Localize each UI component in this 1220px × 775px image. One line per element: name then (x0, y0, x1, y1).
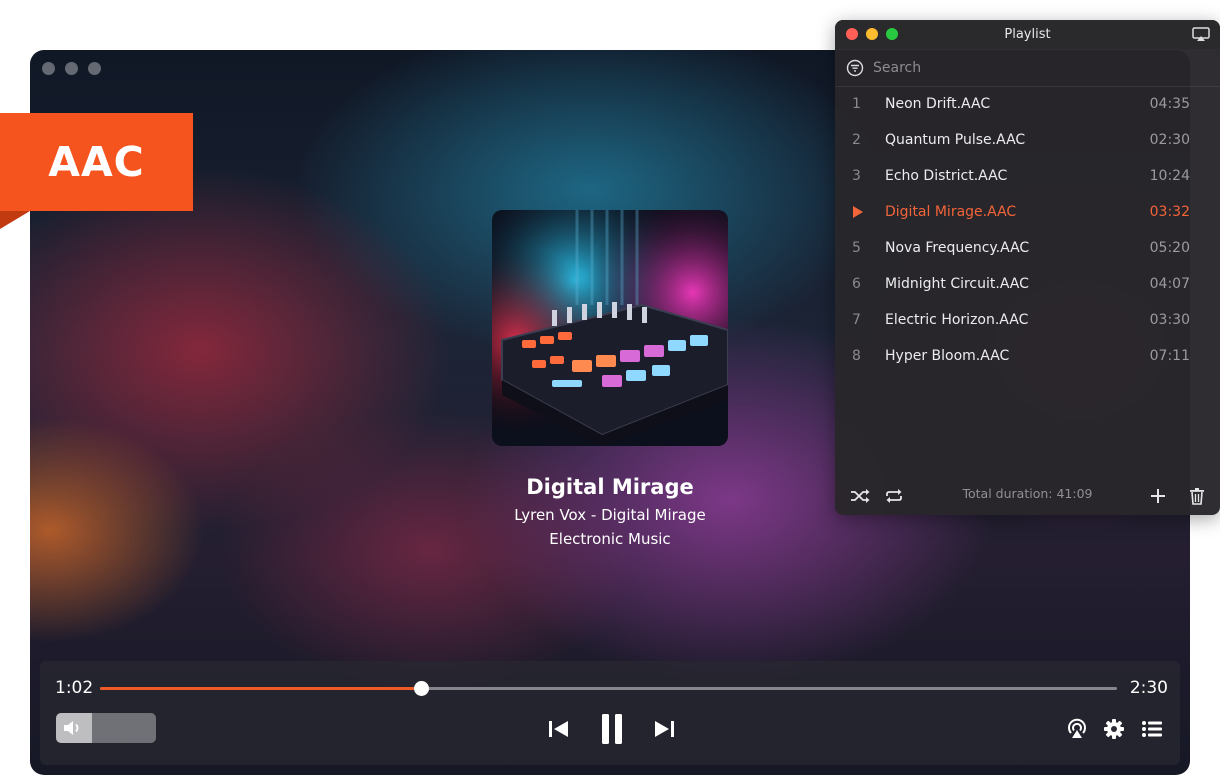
minimize-dot[interactable] (65, 62, 78, 75)
playlist-list: 1 Neon Drift.AAC 04:35 2 Quantum Pulse.A… (835, 86, 1220, 374)
elapsed-time: 1:02 (55, 678, 94, 698)
badge-fold (0, 211, 30, 229)
seek-progress (100, 687, 421, 690)
playlist-item-number: 6 (852, 276, 861, 292)
window-controls (42, 62, 101, 75)
close-dot[interactable] (42, 62, 55, 75)
playlist-item[interactable]: 7 Electric Horizon.AAC 03:30 (835, 302, 1220, 338)
skip-forward-icon[interactable] (650, 717, 678, 741)
playlist-item[interactable]: 3 Echo District.AAC 10:24 (835, 158, 1220, 194)
playlist-item-name: Echo District.AAC (885, 168, 1008, 184)
playlist-item-number: 8 (852, 348, 861, 364)
gear-icon[interactable] (1102, 717, 1126, 741)
format-badge: AAC (0, 113, 193, 211)
playlist-search (835, 50, 1220, 87)
playlist-item-number: 1 (852, 96, 861, 112)
playlist-item[interactable]: 6 Midnight Circuit.AAC 04:07 (835, 266, 1220, 302)
list-icon[interactable] (1140, 717, 1164, 741)
plus-icon[interactable] (1147, 485, 1169, 507)
playlist-item-duration: 10:24 (1149, 168, 1190, 184)
album-art (492, 210, 728, 446)
playlist-item[interactable]: 2 Quantum Pulse.AAC 02:30 (835, 122, 1220, 158)
playlist-item-duration: 02:30 (1149, 132, 1190, 148)
playlist-item-duration: 04:07 (1149, 276, 1190, 292)
playlist-titlebar: Playlist (835, 20, 1220, 49)
playlist-item-duration: 03:30 (1149, 312, 1190, 328)
album-art-image (492, 210, 728, 446)
playlist-item-duration: 04:35 (1149, 96, 1190, 112)
trash-icon[interactable] (1186, 485, 1208, 507)
playlist-item-name: Digital Mirage.AAC (885, 204, 1017, 220)
playlist-item-duration: 05:20 (1149, 240, 1190, 256)
playlist-item-now-playing[interactable]: Digital Mirage.AAC 03:32 (835, 194, 1220, 230)
playlist-item[interactable]: 5 Nova Frequency.AAC 05:20 (835, 230, 1220, 266)
playlist-item-name: Nova Frequency.AAC (885, 240, 1030, 256)
volume-slider[interactable] (56, 713, 156, 743)
playlist-title: Playlist (1004, 27, 1051, 42)
skip-back-icon[interactable] (545, 717, 573, 741)
playlist-item[interactable]: 1 Neon Drift.AAC 04:35 (835, 86, 1220, 122)
playlist-item-name: Quantum Pulse.AAC (885, 132, 1026, 148)
playlist-item-name: Midnight Circuit.AAC (885, 276, 1029, 292)
track-genre: Electronic Music (549, 530, 671, 548)
zoom-dot[interactable] (88, 62, 101, 75)
search-input[interactable] (873, 57, 1193, 79)
total-time: 2:30 (1129, 678, 1168, 698)
playlist-item-duration: 03:32 (1149, 204, 1190, 220)
playlist-footer: Total duration: 41:09 (835, 478, 1220, 514)
pause-icon[interactable] (597, 711, 627, 747)
screen-cast-icon[interactable] (1192, 27, 1210, 46)
play-triangle-icon (852, 205, 864, 223)
playlist-item-number: 3 (852, 168, 861, 184)
playlist-item-number: 5 (852, 240, 861, 256)
search-icon (846, 59, 864, 81)
seek-handle[interactable] (413, 681, 429, 696)
speaker-icon[interactable] (62, 719, 82, 741)
airplay-icon[interactable] (1065, 717, 1089, 741)
seek-bar[interactable] (100, 681, 1117, 696)
playlist-item-number: 7 (852, 312, 861, 328)
playlist-item-name: Neon Drift.AAC (885, 96, 991, 112)
playlist-item-name: Hyper Bloom.AAC (885, 348, 1010, 364)
playlist-item-name: Electric Horizon.AAC (885, 312, 1029, 328)
playlist-item-number: 2 (852, 132, 861, 148)
playlist-item[interactable]: 8 Hyper Bloom.AAC 07:11 (835, 338, 1220, 374)
playlist-item-duration: 07:11 (1149, 348, 1190, 364)
control-bar: 1:02 2:30 (40, 661, 1180, 765)
playlist-window: Playlist 1 Neon Drift.AAC 04:35 2 (835, 20, 1220, 515)
